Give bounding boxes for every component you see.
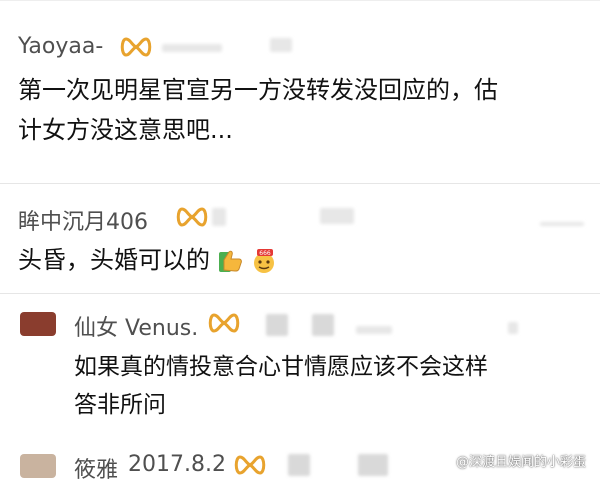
blurred-meta	[212, 208, 226, 226]
comment-text: 头昏，头婚可以的 666	[18, 240, 277, 280]
blurred-meta	[540, 222, 584, 226]
svg-text:666: 666	[260, 250, 272, 257]
blurred-meta	[320, 208, 354, 224]
blurred-meta	[358, 454, 388, 476]
vip-badge-icon	[234, 455, 266, 475]
comment-username[interactable]: 眸中沉月406	[18, 204, 148, 236]
blurred-meta	[312, 314, 334, 336]
reply-username[interactable]: 筱雅	[74, 452, 118, 484]
comment-username[interactable]: Yaoyaa-	[18, 34, 103, 59]
watermark: @深渡且娱闻的小彩蛋	[455, 455, 586, 470]
comment-text-content: 头昏，头婚可以的	[18, 246, 210, 274]
avatar[interactable]	[20, 312, 56, 336]
comment-text-line: 第一次见明星官宣另一方没转发没回应的，估	[18, 76, 498, 104]
reply-text-line: 如果真的情投意合心甘情愿应该不会这样	[74, 354, 488, 380]
blurred-meta	[266, 314, 288, 336]
blurred-meta	[508, 322, 518, 334]
reply-1: 仙女 Venus. 如果真的情投意合心甘情愿应该不会这样 答非所问	[0, 294, 600, 434]
666-emoji-icon: 666	[254, 249, 275, 273]
thumbs-up-emoji-icon	[218, 250, 242, 272]
blurred-meta	[270, 38, 292, 52]
reply-text-line: 答非所问	[74, 392, 166, 418]
comment-1: Yaoyaa- 第一次见明星官宣另一方没转发没回应的，估 计女方没这意思吧...	[0, 0, 600, 185]
comment-text-line: 计女方没这意思吧...	[18, 116, 233, 144]
blurred-meta	[288, 454, 310, 476]
vip-badge-icon	[208, 313, 240, 333]
blurred-meta	[162, 44, 222, 52]
avatar[interactable]	[20, 454, 56, 478]
vip-badge-icon	[120, 37, 152, 57]
vip-badge-icon	[176, 207, 208, 227]
reply-username[interactable]: 仙女 Venus.	[74, 310, 198, 342]
comment-2: 眸中沉月406 头昏，头婚可以的 666	[0, 184, 600, 294]
blurred-meta	[356, 326, 392, 334]
reply-date: 2017.8.2	[128, 452, 226, 477]
